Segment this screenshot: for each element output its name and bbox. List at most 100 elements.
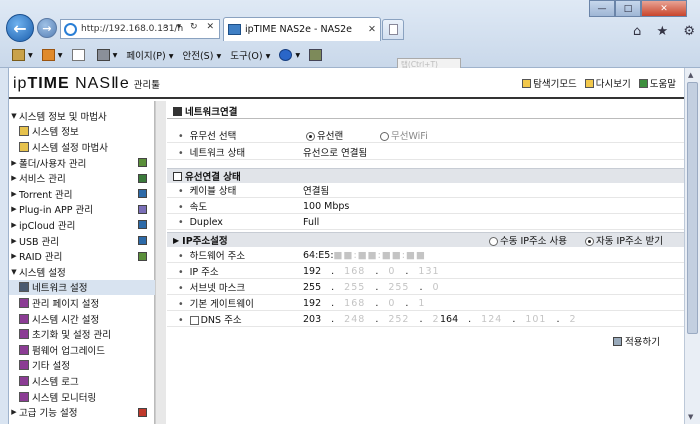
cmd-safety[interactable]: 안전(S) ▾ [183, 48, 222, 62]
status-icon [138, 189, 147, 199]
menu-page-icon [19, 126, 29, 137]
ip-row: IP 주소 192.168.0.131 [167, 264, 684, 279]
sidebar-item[interactable]: ▶ 서비스 관리 [9, 170, 155, 186]
duplex-value: Full [303, 216, 320, 228]
collapsed-arrow-icon: ▶ [11, 174, 17, 183]
sidebar-scrollbar[interactable] [155, 101, 166, 424]
address-tools[interactable]: ⌕ ▾ ↻ ✕ [163, 22, 217, 32]
sidebar-item[interactable]: 시스템 시간 설정 [9, 311, 155, 327]
cmd-print[interactable]: ▾ [96, 49, 117, 61]
tab-close-icon[interactable]: ✕ [368, 24, 376, 35]
sidebar-item[interactable]: ▶ ipCloud 관리 [9, 217, 155, 233]
cable-row: 케이블 상태 연결됨 [167, 183, 684, 198]
address-bar[interactable]: http://192.168.0.131/h ⌕ ▾ ↻ ✕ [60, 19, 220, 39]
cmd-home[interactable]: ▾ [12, 49, 33, 61]
sidebar-item[interactable]: ▶ 고급 기능 설정 [9, 404, 155, 420]
cmd-mail[interactable] [71, 49, 88, 61]
sidebar-item[interactable]: ▼ 시스템 정보 및 마법사 [9, 108, 155, 124]
cmd-feeds[interactable]: ▾ [41, 49, 63, 61]
sidebar-item-label: Plug-in APP 관리 [19, 205, 93, 217]
net-status-row: 네트워크 상태 유선으로 연결됨 [167, 145, 684, 160]
sidebar-item[interactable]: ▼ 시스템 설정 [9, 264, 155, 280]
help-link[interactable]: 도움말 [638, 76, 676, 90]
close-button[interactable]: ✕ [641, 0, 687, 17]
sidebar-item[interactable]: 네트워크 설정 [9, 279, 155, 296]
cmd-tools[interactable]: 도구(O) ▾ [230, 48, 270, 62]
cmd-page[interactable]: 페이지(P) ▾ [126, 48, 173, 62]
net-status-value: 유선으로 연결됨 [303, 148, 368, 159]
dns2-value: 164. 124. 101. 2 [440, 313, 577, 325]
command-bar: ▾ ▾ ▾ 페이지(P) ▾ 안전(S) ▾ 도구(O) ▾ ▾ [0, 42, 700, 68]
sidebar-item[interactable]: 시스템 로그 [9, 373, 155, 389]
page-scrollbar[interactable]: ▲ ▼ [684, 68, 700, 424]
new-tab-button[interactable] [382, 19, 404, 40]
sidebar-item[interactable]: ▶ 폴더/사용자 관리 [9, 155, 155, 171]
sidebar-item[interactable]: ▶ USB 관리 [9, 233, 155, 249]
mail-icon [71, 49, 85, 61]
auto-ip-radio[interactable]: 자동 IP주소 받기 [585, 233, 663, 247]
speed-value: 100 Mbps [303, 200, 350, 212]
sidebar-item-label: 시스템 설정 마법사 [32, 142, 108, 154]
wireless-radio[interactable]: 무선WiFi [380, 128, 428, 142]
browser-right-icons: ⌂ ★ ⚙ [633, 24, 695, 39]
apply-button[interactable]: 적용하기 [613, 334, 660, 348]
scroll-down-icon[interactable]: ▼ [688, 413, 693, 421]
tab-active[interactable]: ipTIME NAS2e - NAS2e ✕ [223, 17, 381, 41]
sidebar-item-label: 초기화 및 설정 관리 [32, 330, 111, 342]
menu-page-icon [19, 375, 29, 386]
forward-button[interactable]: → [37, 18, 57, 38]
mask-value: 255. 255. 255. 0 [303, 281, 440, 293]
explorer-mode-link[interactable]: 탐색기모드 [522, 76, 577, 90]
dns1-value: 203. 248. 252. 2 [303, 313, 440, 325]
sidebar-item[interactable]: ▶ RAID 관리 [9, 248, 155, 264]
sidebar-item[interactable]: 펌웨어 업그레이드 [9, 342, 155, 358]
sidebar-item[interactable]: 관리 페이지 설정 [9, 295, 155, 311]
duplex-row: Duplex Full [167, 215, 684, 230]
tab-title: ipTIME NAS2e - NAS2e [245, 24, 353, 35]
window-controls: — □ ✕ [589, 0, 700, 17]
rss-icon [41, 49, 55, 61]
manual-ip-radio[interactable]: 수동 IP주소 사용 [489, 233, 567, 247]
status-icon [138, 204, 147, 214]
research-icon [309, 49, 323, 61]
refresh-link[interactable]: 다시보기 [584, 76, 631, 90]
sidebar-item[interactable]: 시스템 설정 마법사 [9, 139, 155, 155]
maximize-button[interactable]: □ [615, 0, 641, 17]
expand-arrow-icon: ▶ [173, 235, 180, 245]
wired-radio[interactable]: 유선랜 [306, 128, 343, 142]
sidebar-item-label: 시스템 정보 [32, 127, 79, 139]
sidebar-item[interactable]: 시스템 정보 [9, 124, 155, 140]
back-button[interactable]: ← [6, 14, 34, 42]
tools-gear-icon[interactable]: ⚙ [683, 24, 695, 39]
title-icon [173, 106, 182, 116]
sidebar-item-label: 펌웨어 업그레이드 [32, 345, 105, 357]
minimize-button[interactable]: — [589, 0, 615, 17]
dns-checkbox[interactable] [189, 316, 199, 325]
sidebar-item-label: ipCloud 관리 [19, 220, 76, 232]
home-icon[interactable]: ⌂ [633, 24, 641, 39]
sidebar-item[interactable]: 시스템 모니터링 [9, 389, 155, 405]
dns-label[interactable]: DNS 주소 [178, 312, 242, 326]
scroll-thumb[interactable] [687, 82, 698, 334]
sidebar-item-label: USB 관리 [19, 236, 60, 248]
mask-row: 서브넷 마스크 255.255.255.0 [167, 280, 684, 295]
sidebar-item[interactable]: 기타 설정 [9, 358, 155, 374]
print-icon [96, 49, 110, 61]
mac-row: 하드웨어 주소 64:E5:■■:■■:■■:■■ [167, 248, 684, 263]
sidebar-item-label: 폴더/사용자 관리 [19, 158, 87, 170]
sidebar-item-label: Torrent 관리 [19, 189, 73, 201]
sidebar-item[interactable]: ▶ Torrent 관리 [9, 186, 155, 202]
sidebar-item-label: 시스템 정보 및 마법사 [19, 111, 107, 123]
favorites-icon[interactable]: ★ [656, 24, 668, 39]
cable-value: 연결됨 [303, 186, 330, 197]
cmd-help[interactable]: ▾ [279, 49, 300, 61]
sidebar-item[interactable]: 초기화 및 설정 관리 [9, 326, 155, 342]
section-icon [173, 171, 182, 181]
sidebar-item[interactable]: ▶ Plug-in APP 관리 [9, 202, 155, 218]
menu-page-icon [19, 297, 29, 308]
speed-row: 속도 100 Mbps [167, 199, 684, 214]
scroll-up-icon[interactable]: ▲ [688, 71, 693, 79]
collapsed-arrow-icon: ▶ [11, 205, 17, 214]
home-small-icon [12, 49, 25, 61]
cmd-research[interactable] [309, 49, 325, 61]
